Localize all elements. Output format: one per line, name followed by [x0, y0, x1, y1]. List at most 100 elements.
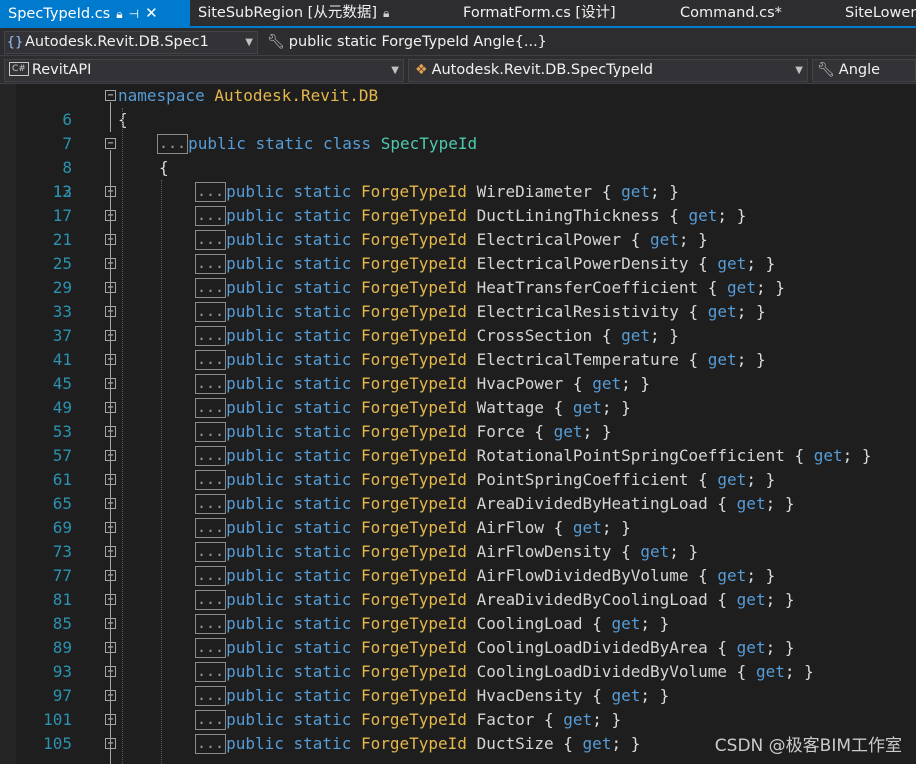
- property-modifiers: public static: [226, 254, 352, 273]
- indent-guide: [161, 180, 162, 764]
- property-modifiers: public static: [226, 614, 352, 633]
- accessor-open: {: [698, 254, 718, 273]
- tab-label: SiteSubRegion [从元数据]: [198, 5, 377, 21]
- chevron-down-icon: ▼: [795, 65, 803, 76]
- property-modifiers: public static: [226, 710, 352, 729]
- collapsed-region-marker[interactable]: ...: [195, 638, 227, 658]
- accessor-open: {: [698, 470, 718, 489]
- get-accessor: get: [813, 446, 843, 465]
- collapsed-region-marker[interactable]: ...: [195, 422, 227, 442]
- get-accessor: get: [563, 710, 593, 729]
- braces-icon: {}: [6, 35, 24, 50]
- member-combo[interactable]: 🔧︎ Angle: [812, 59, 916, 82]
- collapsed-region-marker[interactable]: ...: [195, 710, 227, 730]
- accessor-close: ; }: [592, 710, 622, 729]
- collapsed-region-marker[interactable]: ...: [195, 398, 227, 418]
- collapse-icon[interactable]: −: [105, 138, 116, 149]
- collapsed-region-marker[interactable]: ...: [195, 494, 227, 514]
- collapsed-region-marker[interactable]: ...: [195, 206, 227, 226]
- accessor-close: ; }: [746, 566, 776, 585]
- property-type: ForgeTypeId: [360, 590, 467, 609]
- tab-sitesubregion[interactable]: SiteSubRegion [从元数据] 🔒︎: [190, 0, 440, 26]
- collapsed-region-marker[interactable]: ...: [195, 566, 227, 586]
- accessor-close: ; }: [582, 422, 612, 441]
- collapsed-region-marker[interactable]: ...: [195, 734, 227, 754]
- collapse-icon[interactable]: −: [105, 90, 116, 101]
- property-name: AirFlowDividedByVolume: [476, 566, 689, 585]
- property-type: ForgeTypeId: [360, 374, 467, 393]
- property-name: Force: [476, 422, 525, 441]
- property-modifiers: public static: [226, 422, 352, 441]
- accessor-open: {: [553, 398, 573, 417]
- accessor-open: {: [621, 542, 641, 561]
- collapsed-region-marker[interactable]: ...: [195, 302, 227, 322]
- code-line: 8 − ... public static class SpecTypeId: [0, 132, 916, 177]
- namespace-name: Autodesk.Revit.DB: [214, 86, 379, 105]
- line-number: 81: [52, 590, 72, 609]
- property-line: 101+...public static ForgeTypeId Factor …: [0, 708, 916, 732]
- accessor-open: {: [572, 374, 593, 393]
- collapsed-region-marker[interactable]: ...: [195, 326, 227, 346]
- member-combo-value: Angle: [838, 62, 881, 78]
- collapsed-region-marker[interactable]: ...: [195, 590, 227, 610]
- type-combo-value: Autodesk.Revit.DB.Spec1: [25, 34, 209, 50]
- line-number: 49: [52, 398, 72, 417]
- collapsed-region-marker[interactable]: ...: [195, 254, 227, 274]
- line-number: 21: [52, 230, 72, 249]
- collapsed-region-marker[interactable]: ...: [195, 278, 227, 298]
- property-modifiers: public static: [226, 518, 352, 537]
- open-brace: {: [159, 158, 169, 177]
- code-editor[interactable]: 6 − namespace Autodesk.Revit.DB 7 { 8 − …: [0, 84, 916, 764]
- tab-command[interactable]: Command.cs*: [672, 0, 822, 26]
- line-number: 41: [52, 350, 72, 369]
- pin-icon[interactable]: ⊣: [129, 1, 139, 26]
- accessor-close: ; }: [640, 614, 670, 633]
- collapsed-region-marker[interactable]: ...: [195, 470, 227, 490]
- collapsed-region-marker[interactable]: ...: [195, 686, 227, 706]
- lock-icon: 🔒︎: [116, 7, 123, 21]
- collapsed-region-marker[interactable]: ...: [195, 614, 227, 634]
- get-accessor: get: [717, 254, 747, 273]
- project-combo[interactable]: C# RevitAPI ▼: [4, 59, 404, 82]
- property-name: ElectricalPowerDensity: [476, 254, 689, 273]
- close-icon[interactable]: ✕: [145, 0, 158, 26]
- type-navigation-combo[interactable]: {} Autodesk.Revit.DB.Spec1 ▼: [4, 31, 258, 54]
- accessor-close: ; }: [669, 542, 699, 561]
- line-number: 85: [52, 614, 72, 633]
- accessor-open: {: [534, 422, 554, 441]
- tab-label: Command.cs*: [680, 5, 782, 21]
- get-accessor: get: [717, 470, 747, 489]
- collapsed-region-marker[interactable]: ...: [195, 230, 227, 250]
- line-number: 13: [52, 182, 72, 201]
- get-accessor: get: [736, 590, 766, 609]
- property-type: ForgeTypeId: [360, 326, 467, 345]
- line-number: 65: [52, 494, 72, 513]
- property-line: 65+...public static ForgeTypeId AreaDivi…: [0, 492, 916, 516]
- collapsed-region-marker[interactable]: ...: [195, 518, 227, 538]
- tab-spectypeid[interactable]: SpecTypeId.cs 🔒︎ ⊣ ✕: [0, 0, 190, 26]
- line-number: 33: [52, 302, 72, 321]
- property-name: CoolingLoad: [476, 614, 583, 633]
- wrench-icon: 🔧︎: [817, 62, 835, 78]
- tab-sitelower[interactable]: SiteLower: [837, 0, 916, 26]
- property-line: 17+...public static ForgeTypeId DuctLini…: [0, 204, 916, 228]
- collapsed-region-marker[interactable]: ...: [195, 374, 227, 394]
- collapsed-region-marker[interactable]: ...: [195, 662, 227, 682]
- collapsed-region-marker[interactable]: ...: [195, 350, 227, 370]
- collapsed-region-marker[interactable]: ...: [195, 182, 227, 202]
- collapsed-region-marker[interactable]: ...: [195, 446, 227, 466]
- property-type: ForgeTypeId: [360, 614, 467, 633]
- get-accessor: get: [707, 350, 737, 369]
- type-combo[interactable]: ❖ Autodesk.Revit.DB.SpecTypeId ▼: [408, 59, 808, 82]
- line-number: 89: [52, 638, 72, 657]
- project-combo-value: RevitAPI: [31, 62, 92, 78]
- member-navigation-combo[interactable]: 🔧︎ public static ForgeTypeId Angle{...}: [262, 31, 912, 54]
- collapsed-region-marker[interactable]: ...: [157, 134, 189, 154]
- collapsed-region-marker[interactable]: ...: [195, 542, 227, 562]
- tab-formatform[interactable]: FormatForm.cs [设计]: [455, 0, 655, 26]
- property-modifiers: public static: [226, 734, 352, 753]
- property-modifiers: public static: [226, 638, 352, 657]
- accessor-open: {: [592, 686, 612, 705]
- class-name: SpecTypeId: [380, 134, 478, 153]
- property-modifiers: public static: [226, 446, 352, 465]
